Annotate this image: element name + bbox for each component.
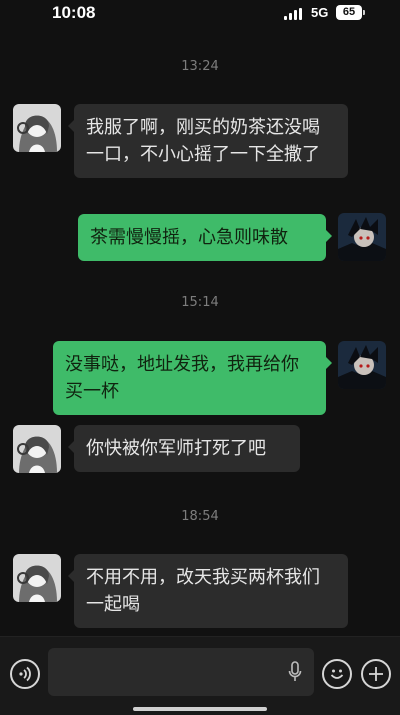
network-type: 5G: [311, 5, 329, 20]
time-separator: 15:14: [181, 295, 219, 310]
time-separator: 13:24: [181, 59, 219, 74]
message-bubble-outgoing[interactable]: 没事哒，地址发我，我再给你买一杯: [53, 341, 332, 415]
contact-avatar-image: [13, 104, 61, 152]
voice-icon: [19, 666, 31, 682]
message-bubble-incoming[interactable]: 我服了啊，刚买的奶茶还没喝一口，不小心摇了一下全撒了: [68, 104, 348, 178]
message-bubble-incoming[interactable]: 你快被你军师打死了吧: [68, 425, 300, 472]
contact-avatar-image: [13, 554, 61, 602]
status-bar: 10:08 5G 65: [0, 0, 400, 32]
my-avatar-image: [338, 213, 386, 261]
message-bubble-incoming[interactable]: 不用不用，改天我买两杯我们一起喝: [68, 554, 348, 628]
my-avatar[interactable]: [338, 341, 386, 389]
battery-icon: 65: [336, 5, 362, 20]
status-time: 10:08: [52, 3, 96, 22]
signal-icon: [284, 8, 304, 20]
home-indicator[interactable]: [133, 707, 267, 711]
my-avatar[interactable]: [338, 213, 386, 261]
contact-avatar-image: [13, 425, 61, 473]
mic-icon[interactable]: [288, 661, 302, 683]
emoji-icon: [330, 669, 344, 679]
more-button[interactable]: [361, 659, 391, 689]
battery-tip: [363, 10, 365, 15]
message-bubble-outgoing[interactable]: 茶需慢慢摇，心急则味散: [78, 214, 332, 261]
voice-toggle-button[interactable]: [10, 659, 40, 689]
contact-avatar[interactable]: [13, 554, 61, 602]
emoji-button[interactable]: [322, 659, 352, 689]
contact-avatar[interactable]: [13, 104, 61, 152]
time-separator: 18:54: [181, 509, 219, 524]
contact-avatar[interactable]: [13, 425, 61, 473]
plus-icon: [369, 667, 383, 681]
my-avatar-image: [338, 341, 386, 389]
message-input[interactable]: [48, 648, 314, 696]
input-bar: [0, 636, 400, 715]
